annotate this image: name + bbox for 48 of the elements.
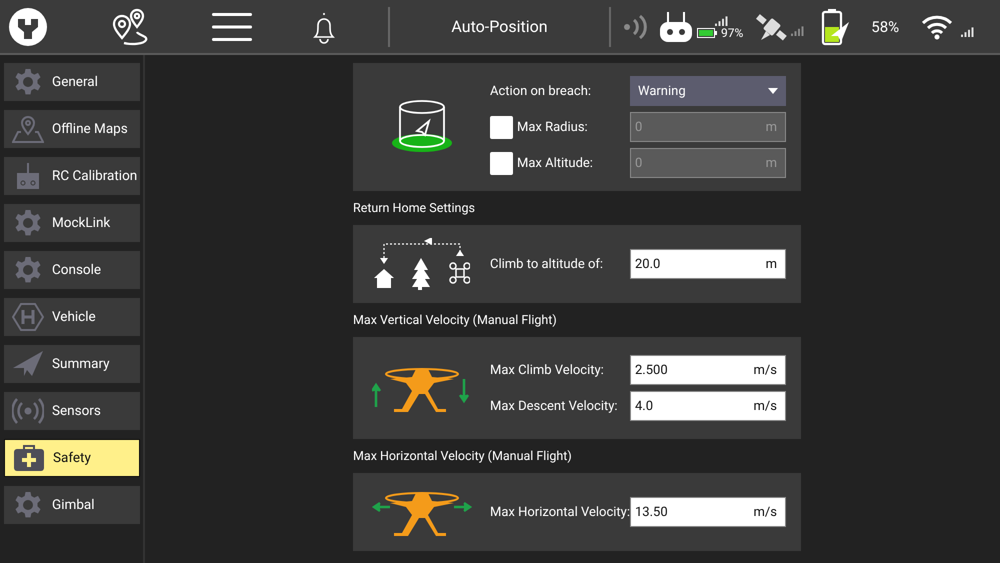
hexagon-h-icon — [12, 303, 44, 331]
geofence-drawing — [390, 99, 454, 155]
input-field[interactable]: 13.50 m/s — [630, 497, 786, 527]
sidebar-item[interactable]: Summary — [4, 345, 140, 383]
section-heading: Return Home Settings — [353, 201, 476, 216]
first-aid-kit-icon — [13, 444, 45, 472]
map-pin-icon — [12, 115, 44, 143]
sidebar-item[interactable]: General — [4, 63, 140, 101]
sidebar-item[interactable]: Console — [4, 251, 140, 289]
input-field[interactable]: 20.0 m — [630, 249, 786, 279]
remote-controller-icon — [15, 162, 41, 190]
field-label: Max Climb Velocity: — [490, 362, 605, 378]
sidebar-item[interactable]: Sensors — [4, 392, 140, 430]
map-pins-icon[interactable] — [110, 8, 150, 46]
battery-reading: 58% — [871, 18, 900, 36]
remote-controller-icon[interactable] — [659, 10, 693, 44]
wifi-icon[interactable] — [921, 14, 954, 40]
sidebar-item[interactable]: Offline Maps — [4, 110, 140, 148]
input-field[interactable]: 2.500 m/s — [630, 355, 786, 385]
sidebar-item[interactable]: Gimbal — [4, 486, 140, 524]
broadcast-icon — [12, 397, 44, 425]
paper-plane-icon — [12, 350, 44, 378]
battery-icon[interactable] — [821, 8, 852, 46]
field-label: Max Horizontal Velocity: — [490, 504, 630, 520]
sidebar-item[interactable]: Safety — [4, 439, 140, 477]
input-field[interactable]: 4.0 m/s — [630, 391, 786, 421]
gear-icon — [14, 491, 42, 519]
gear-icon — [14, 256, 42, 284]
battery-icon — [697, 28, 717, 38]
sidebar-item[interactable]: RC Calibration — [4, 157, 140, 195]
field-label: Climb to altitude of: — [490, 256, 604, 272]
gear-icon — [14, 68, 42, 96]
caret-icon — [768, 88, 778, 94]
field-label: Max Altitude: — [517, 156, 594, 170]
sidebar-item[interactable]: MockLink — [4, 204, 140, 242]
section-heading: Max Vertical Velocity (Manual Flight) — [353, 313, 558, 328]
sidebar-item[interactable]: Vehicle — [4, 298, 140, 336]
rc-battery-reading: 97% — [721, 26, 744, 40]
section-heading: Max Horizontal Velocity (Manual Flight) — [353, 449, 573, 464]
dropdown[interactable]: Warning — [630, 76, 786, 106]
field-label: Action on breach: — [490, 84, 592, 98]
logo-icon[interactable] — [8, 6, 48, 46]
gear-icon — [14, 209, 42, 237]
field-label: Max Radius: — [517, 120, 589, 134]
signal-waves-icon[interactable] — [622, 14, 648, 40]
field-label: Max Descent Velocity: — [490, 398, 619, 414]
vehicle-status-title: Auto-Position — [451, 17, 548, 36]
menu-icon[interactable] — [212, 12, 252, 40]
